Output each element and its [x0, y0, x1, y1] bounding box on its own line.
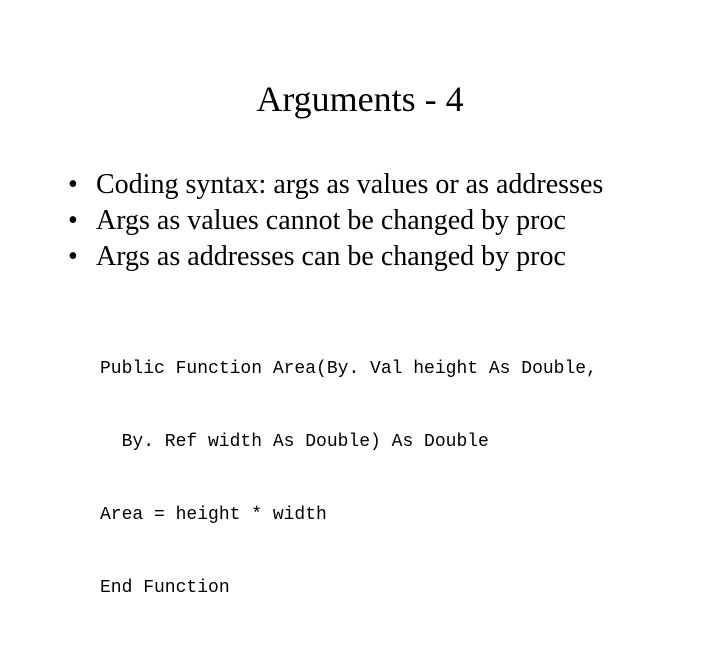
slide-title: Arguments - 4 — [0, 78, 720, 120]
bullet-item: Args as addresses can be changed by proc — [68, 240, 660, 274]
code-line: By. Ref width As Double) As Double — [100, 430, 620, 454]
bullet-item: Coding syntax: args as values or as addr… — [68, 168, 660, 202]
bullet-list: Coding syntax: args as values or as addr… — [68, 168, 660, 274]
code-line: Public Function Area(By. Val height As D… — [100, 357, 620, 381]
code-line: End Function — [100, 576, 620, 600]
bullet-item: Args as values cannot be changed by proc — [68, 204, 660, 238]
slide: Arguments - 4 Coding syntax: args as val… — [0, 78, 720, 618]
code-block: Public Function Area(By. Val height As D… — [100, 308, 620, 648]
code-line: Area = height * width — [100, 503, 620, 527]
